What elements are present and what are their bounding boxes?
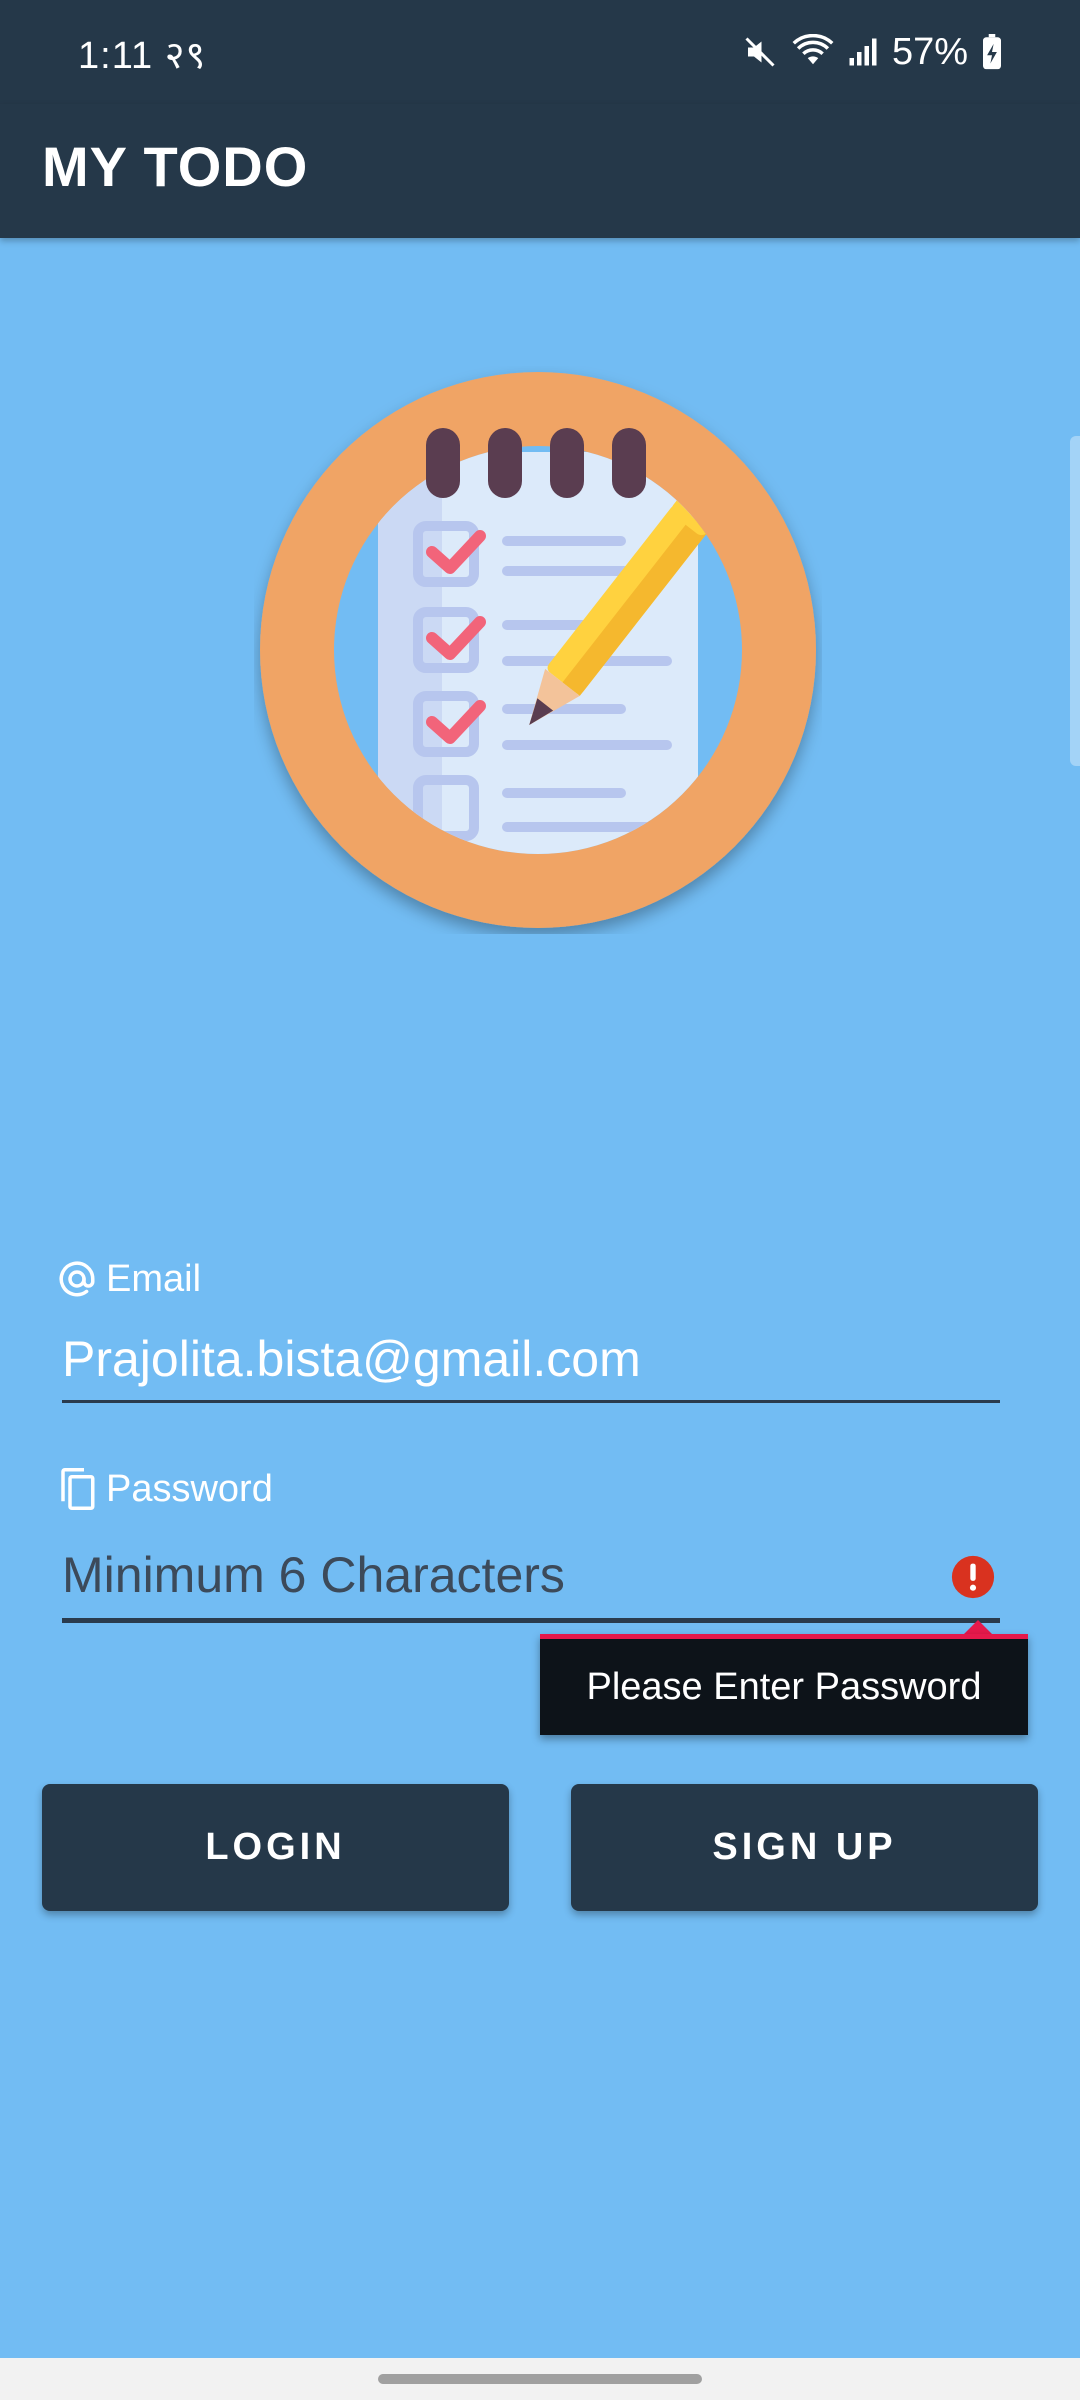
- signup-button[interactable]: SIGN UP: [571, 1784, 1038, 1911]
- password-label: Password: [56, 1466, 273, 1512]
- email-label-text: Email: [106, 1257, 202, 1300]
- status-icons: 57%: [742, 26, 1002, 78]
- at-icon: [59, 1261, 95, 1297]
- password-field[interactable]: Minimum 6 Characters: [62, 1546, 565, 1604]
- login-button[interactable]: LOGIN: [42, 1784, 509, 1911]
- scroll-indicator[interactable]: [1070, 436, 1080, 766]
- app-title: MY TODO: [42, 135, 309, 198]
- todo-notepad-icon: [260, 372, 816, 928]
- email-label: Email: [56, 1256, 201, 1302]
- battery-charging-icon: [983, 34, 1001, 70]
- password-error-tooltip: Please Enter Password: [540, 1634, 1028, 1735]
- mute-icon: [745, 37, 775, 67]
- password-label-text: Password: [106, 1467, 273, 1510]
- status-time-extra: २९: [164, 35, 207, 77]
- status-time-text: 1:11: [78, 35, 154, 77]
- status-bar: 1:11 २९ 57%: [0, 0, 1080, 104]
- error-icon: [951, 1555, 995, 1599]
- status-time: 1:11 २९: [78, 28, 206, 80]
- password-underline: [62, 1618, 1000, 1623]
- copy-icon: [61, 1468, 95, 1510]
- battery-percentage: 57%: [891, 30, 968, 73]
- navigation-bar: [0, 2358, 1080, 2400]
- email-field[interactable]: Prajolita.bista@gmail.com: [62, 1330, 641, 1388]
- wifi-icon: [792, 34, 834, 65]
- email-underline: [62, 1400, 1000, 1403]
- app-bar: MY TODO: [0, 104, 1080, 238]
- home-gesture-handle[interactable]: [378, 2374, 702, 2384]
- signal-icon: [849, 38, 877, 66]
